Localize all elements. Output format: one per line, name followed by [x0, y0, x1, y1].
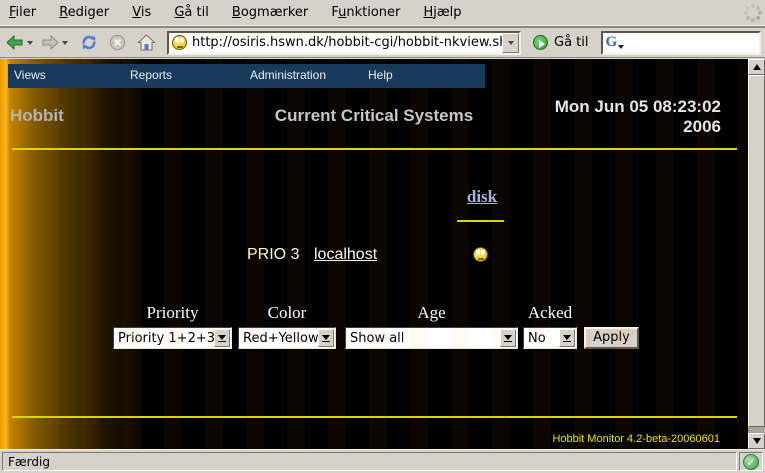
vertical-scrollbar[interactable]	[748, 59, 765, 449]
scrollbar-thumb[interactable]	[748, 75, 765, 427]
priority-group-label: PRIO 3	[247, 246, 299, 264]
menu-vis[interactable]: Vis	[123, 0, 160, 24]
timestamp-line1: Mon Jun 05 08:23:02	[555, 97, 721, 117]
divider	[12, 148, 737, 150]
back-dropdown-icon[interactable]	[27, 41, 33, 45]
home-button[interactable]	[135, 30, 158, 56]
age-select-value: Show all	[346, 331, 500, 346]
nav-item-help[interactable]: Help	[368, 68, 393, 82]
smiley-favicon	[172, 35, 187, 50]
nav-item-administration[interactable]: Administration	[250, 68, 326, 82]
divider	[12, 416, 737, 418]
chevron-down-icon	[508, 41, 514, 45]
search-input[interactable]: G	[601, 31, 761, 55]
menu-label-part: B	[232, 5, 241, 20]
go-icon	[533, 35, 548, 50]
menu-label-part: jælp	[433, 5, 461, 20]
search-engine-icon[interactable]: G	[606, 35, 618, 50]
url-bar[interactable]: http://osiris.hswn.dk/hobbit-cgi/hobbit-…	[167, 31, 521, 55]
menu-label-part: iler	[16, 5, 37, 20]
nav-item-views[interactable]: Views	[14, 68, 46, 82]
forward-dropdown-icon[interactable]	[62, 41, 68, 45]
age-header: Age	[345, 303, 518, 323]
status-text: Færdig	[2, 452, 737, 471]
home-icon	[137, 34, 156, 51]
menu-label-part: H	[423, 5, 433, 20]
menu-label-part: V	[132, 5, 141, 20]
reload-icon	[80, 34, 98, 51]
menu-label-part: nktioner	[346, 5, 400, 20]
menu-bar: Filer Rediger Vis Gå til Bogmærker Funkt…	[0, 0, 765, 28]
chevron-down-icon	[500, 329, 516, 347]
search-engine-dropdown-icon[interactable]	[618, 45, 624, 49]
throbber-icon	[741, 1, 764, 25]
apply-button[interactable]: Apply	[584, 327, 639, 349]
color-select-value: Red+Yellow	[239, 331, 318, 346]
chevron-down-icon	[214, 329, 230, 347]
url-dropdown-button[interactable]	[502, 33, 519, 53]
menu-label-part: ediger	[68, 5, 109, 20]
browser-viewport: Views Reports Administration Help Hobbit…	[0, 59, 765, 449]
menu-bogmaerker[interactable]: Bogmærker	[223, 0, 317, 24]
acked-select[interactable]: No	[523, 327, 577, 349]
back-icon	[5, 34, 25, 51]
hobbit-page: Views Reports Administration Help Hobbit…	[0, 59, 748, 449]
stop-icon	[109, 34, 126, 51]
go-button[interactable]: Gå til	[533, 35, 589, 50]
menu-filer[interactable]: Filer	[0, 0, 45, 24]
timestamp-line2: 2006	[555, 117, 721, 137]
reload-button[interactable]	[78, 30, 100, 56]
stop-button[interactable]	[107, 30, 128, 56]
site-brand: Hobbit	[10, 106, 64, 126]
scroll-up-button[interactable]	[748, 59, 765, 75]
chevron-down-icon	[559, 329, 575, 347]
yellow-smiley-status-icon[interactable]	[473, 247, 488, 262]
acked-select-value: No	[524, 331, 559, 346]
priority-select-value: Priority 1+2+3	[114, 331, 214, 346]
page-nav-bar: Views Reports Administration Help	[8, 64, 485, 88]
browser-window: Filer Rediger Vis Gå til Bogmærker Funkt…	[0, 0, 765, 473]
menu-funktioner[interactable]: Funktioner	[322, 0, 409, 24]
acked-header: Acked	[510, 303, 590, 323]
priority-header: Priority	[113, 303, 232, 323]
forward-button[interactable]	[38, 30, 70, 56]
go-button-label: Gå til	[554, 35, 589, 50]
arrow-down-icon	[753, 438, 761, 444]
menu-label-part: ogmærker	[241, 5, 308, 20]
age-select[interactable]: Show all	[345, 327, 518, 349]
scroll-down-button[interactable]	[748, 433, 765, 449]
host-link-localhost[interactable]: localhost	[314, 246, 377, 264]
status-icon-panel: ✓	[739, 452, 763, 471]
chevron-down-icon	[318, 329, 334, 347]
color-header: Color	[238, 303, 336, 323]
navigation-toolbar: http://osiris.hswn.dk/hobbit-cgi/hobbit-…	[0, 28, 765, 58]
menu-label-part: is	[141, 5, 151, 20]
priority-select[interactable]: Priority 1+2+3	[113, 327, 232, 349]
menu-gaa-til[interactable]: Gå til	[165, 0, 218, 24]
menu-rediger[interactable]: Rediger	[50, 0, 118, 24]
report-timestamp: Mon Jun 05 08:23:02 2006	[555, 97, 721, 137]
color-select[interactable]: Red+Yellow	[238, 327, 336, 349]
column-link-disk[interactable]: disk	[450, 187, 514, 207]
menu-label-part: R	[59, 5, 67, 20]
url-input[interactable]: http://osiris.hswn.dk/hobbit-cgi/hobbit-…	[192, 35, 502, 50]
check-circle-icon: ✓	[743, 454, 759, 470]
footer-version-text: Hobbit Monitor 4.2-beta-20060601	[552, 433, 720, 445]
status-bar: Færdig ✓	[0, 449, 765, 473]
forward-icon	[40, 34, 60, 51]
menu-label-part: G	[174, 5, 184, 20]
menu-label-part: å til	[184, 5, 208, 20]
arrow-up-icon	[753, 64, 761, 70]
back-button[interactable]	[3, 30, 35, 56]
column-underline	[457, 220, 504, 222]
nav-item-reports[interactable]: Reports	[130, 68, 172, 82]
menu-hjaelp[interactable]: Hjælp	[414, 0, 470, 24]
